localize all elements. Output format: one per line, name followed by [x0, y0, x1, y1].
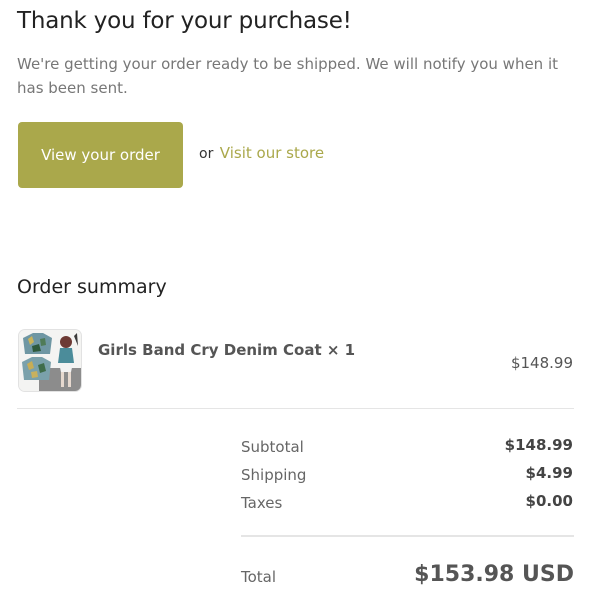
shipping-label: Shipping: [241, 466, 307, 484]
view-order-button[interactable]: View your order: [18, 122, 183, 188]
product-image: [19, 330, 81, 391]
store-link-row: or Visit our store: [199, 144, 324, 162]
subtotal-value: $148.99: [504, 436, 573, 454]
shipping-value: $4.99: [525, 464, 573, 482]
product-name: Girls Band Cry Denim Coat × 1: [98, 341, 356, 359]
visit-store-link[interactable]: Visit our store: [220, 144, 324, 162]
confirmation-message: We're getting your order ready to be shi…: [17, 55, 559, 97]
order-summary-title: Order summary: [17, 276, 167, 298]
subtotal-label: Subtotal: [241, 438, 304, 456]
totals-divider: [241, 535, 574, 537]
page-title: Thank you for your purchase!: [17, 8, 352, 34]
taxes-label: Taxes: [241, 494, 283, 512]
product-price: $148.99: [510, 354, 573, 372]
total-value: $153.98 USD: [414, 562, 574, 587]
total-label: Total: [241, 568, 277, 586]
summary-divider: [17, 408, 574, 409]
taxes-value: $0.00: [525, 492, 573, 510]
or-text: or: [199, 146, 214, 162]
product-thumbnail: [18, 329, 82, 392]
